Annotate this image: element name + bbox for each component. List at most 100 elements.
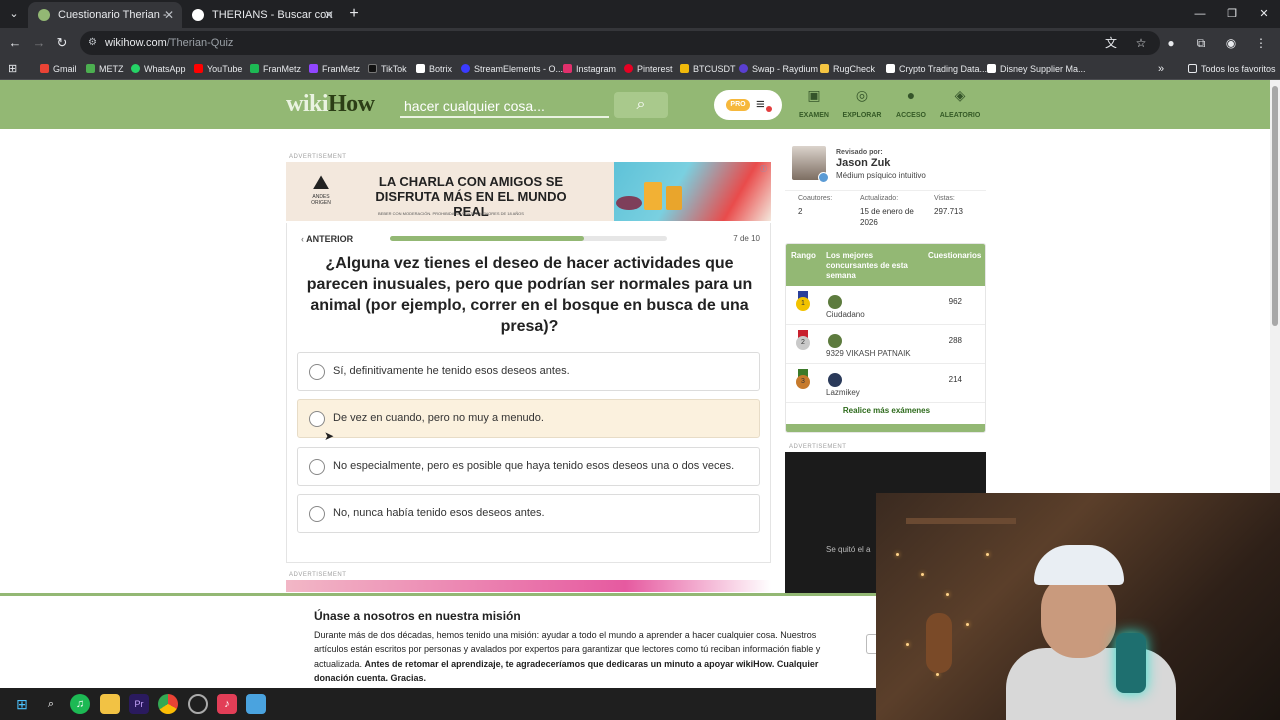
minimize-icon[interactable]: — [1184, 0, 1216, 28]
radio-button[interactable] [309, 364, 325, 380]
shelf [906, 518, 1016, 524]
tiktok-live-icon[interactable]: ♪ [217, 694, 237, 714]
nav-aleatorio[interactable]: ◈ ALEATORIO [935, 84, 985, 119]
reload-icon[interactable]: ↻ [53, 34, 71, 52]
pro-menu-button[interactable]: PRO ≡ [714, 90, 782, 120]
bookmark-star-icon[interactable]: ☆ [1132, 34, 1150, 52]
donate-button-edge[interactable] [866, 634, 876, 654]
spotify-icon[interactable]: ♫ [70, 694, 90, 714]
more-quizzes-link[interactable]: Realice más exámenes [786, 406, 985, 415]
bookmark-streamelements[interactable]: StreamElements - O... [461, 58, 563, 80]
ad-banner-2[interactable] [286, 580, 771, 592]
bronze-medal-icon: 3 [796, 369, 810, 391]
answer-option-4[interactable]: No, nunca había tenido esos deseos antes… [297, 494, 760, 533]
chrome-icon[interactable] [158, 694, 178, 714]
apps-grid-icon[interactable]: ⊞ [8, 58, 17, 80]
tab-wikihow[interactable]: Cuestionario Therian - wikiHow ✕ [28, 2, 182, 47]
google-favicon-icon [192, 9, 204, 21]
reviewer-card: Revisado por: Jason Zuk Médium psíquico … [785, 140, 986, 190]
answer-option-1[interactable]: Sí, definitivamente he tenido esos deseo… [297, 352, 760, 391]
bookmark-pinterest[interactable]: Pinterest [624, 58, 673, 80]
bookmark-crypto-trading[interactable]: Crypto Trading Data... [886, 58, 987, 80]
scrollbar-thumb[interactable] [1272, 86, 1278, 326]
fairy-light [906, 643, 909, 646]
bookmark-gmail[interactable]: Gmail [40, 58, 77, 80]
nav-explorar[interactable]: ◎ EXPLORAR [837, 84, 887, 119]
radio-button[interactable] [309, 459, 325, 475]
file-explorer-icon[interactable] [100, 694, 120, 714]
close-tab-icon[interactable]: ✕ [324, 2, 334, 28]
leaderboard-footer [786, 424, 985, 432]
extension-icon[interactable]: ● [1162, 34, 1180, 52]
search-icon: ⌕ [636, 96, 646, 113]
avatar [828, 295, 842, 309]
restore-icon[interactable]: ❐ [1216, 0, 1248, 28]
ad-banner[interactable]: ⛰ ANDES ORIGEN LA CHARLA CON AMIGOS SE D… [286, 162, 771, 221]
bookmark-raydium[interactable]: Swap - Raydium [739, 58, 818, 80]
fairy-light [986, 553, 989, 556]
bookmark-whatsapp[interactable]: WhatsApp [131, 58, 186, 80]
answer-option-3[interactable]: No especialmente, pero es posible que ha… [297, 447, 760, 486]
bookmark-disney[interactable]: Disney Supplier Ma... [987, 58, 1086, 80]
close-window-icon[interactable]: ✕ [1248, 0, 1280, 28]
obs-icon[interactable] [188, 694, 208, 714]
site-info-icon[interactable]: ⚙ [88, 36, 102, 50]
silver-medal-icon: 2 [796, 330, 810, 352]
bookmark-franmetz-2[interactable]: FranMetz [309, 58, 360, 80]
dice-icon: ◈ [954, 87, 966, 103]
answer-option-2[interactable]: De vez en cuando, pero no muy a menudo. [297, 399, 760, 438]
browser-tab-strip: ⌄ Cuestionario Therian - wikiHow ✕ THERI… [0, 0, 1280, 47]
all-bookmarks-folder[interactable]: Todos los favoritos [1188, 58, 1276, 80]
puzzle-icon[interactable]: ⧉ [1192, 34, 1210, 52]
more-bookmarks-icon[interactable]: » [1158, 58, 1164, 80]
address-bar[interactable]: ⚙ wikihow.com/Therian-Quiz [80, 31, 1160, 55]
fairy-light [921, 573, 924, 576]
leaderboard-row[interactable]: 2 9329 VIKASH PATNAIK 288 [786, 325, 985, 364]
profile-avatar-icon[interactable]: ◉ [1222, 34, 1240, 52]
streamer [1006, 533, 1176, 720]
app-icon[interactable] [246, 694, 266, 714]
microphone [1116, 633, 1146, 693]
bookmark-instagram[interactable]: Instagram [563, 58, 616, 80]
bookmark-botrix[interactable]: Botrix [416, 58, 452, 80]
windows-start-icon[interactable]: ⊞ [12, 694, 32, 714]
stat-coauthors: Coautores: 2 [798, 195, 833, 216]
premiere-icon[interactable]: Pr [129, 694, 149, 714]
bookmark-btcusdt[interactable]: BTCUSDT [680, 58, 736, 80]
new-tab-button[interactable]: + [345, 3, 363, 25]
andes-logo: ⛰ ANDES ORIGEN [306, 172, 336, 206]
close-tab-icon[interactable]: ✕ [164, 2, 174, 28]
notification-dot [766, 106, 772, 112]
bookmark-rugcheck[interactable]: RugCheck [820, 58, 875, 80]
tab-search-icon[interactable]: ⌄ [4, 4, 24, 24]
leaderboard-row[interactable]: 3 Lazmikey 214 [786, 364, 985, 403]
bookmark-tiktok[interactable]: TikTok [368, 58, 407, 80]
mission-donation-banner: Únase a nosotros en nuestra misión Duran… [0, 593, 876, 688]
bookmark-youtube[interactable]: YouTube [194, 58, 242, 80]
nav-examen[interactable]: ▣ EXAMEN [789, 84, 839, 119]
verified-check-icon [818, 172, 829, 183]
wikihow-logo[interactable]: wikiHow [286, 91, 375, 118]
menu-dots-icon[interactable]: ⋮ [1252, 34, 1270, 52]
back-icon[interactable]: ← [6, 34, 24, 52]
question-text: ¿Alguna vez tienes el deseo de hacer act… [306, 255, 753, 335]
bookmark-metz[interactable]: METZ [86, 58, 124, 80]
bookmark-franmetz-1[interactable]: FranMetz [250, 58, 301, 80]
radio-button[interactable] [309, 506, 325, 522]
search-button[interactable]: ⌕ [614, 92, 668, 118]
tab-google[interactable]: THERIANS - Buscar con Google ✕ [182, 2, 342, 47]
radio-button[interactable] [309, 411, 325, 427]
quiz-progress-bar [390, 236, 667, 241]
reviewer-name[interactable]: Jason Zuk [836, 157, 890, 169]
search-icon[interactable]: ⌕ [41, 694, 61, 714]
nav-acceso[interactable]: ● ACCESO [886, 84, 936, 119]
col-rank: Rango [791, 251, 816, 260]
ad-choices-icon[interactable]: ⓘ [760, 164, 767, 174]
forward-icon[interactable]: → [30, 34, 48, 52]
translate-icon[interactable]: 文 [1102, 34, 1120, 52]
webcam-overlay [876, 493, 1280, 720]
leaderboard-row[interactable]: 1 Ciudadano 962 [786, 286, 985, 325]
reviewer-photo[interactable] [792, 146, 829, 183]
search-input[interactable] [400, 96, 609, 118]
previous-question-button[interactable]: ‹ ANTERIOR [301, 234, 353, 244]
